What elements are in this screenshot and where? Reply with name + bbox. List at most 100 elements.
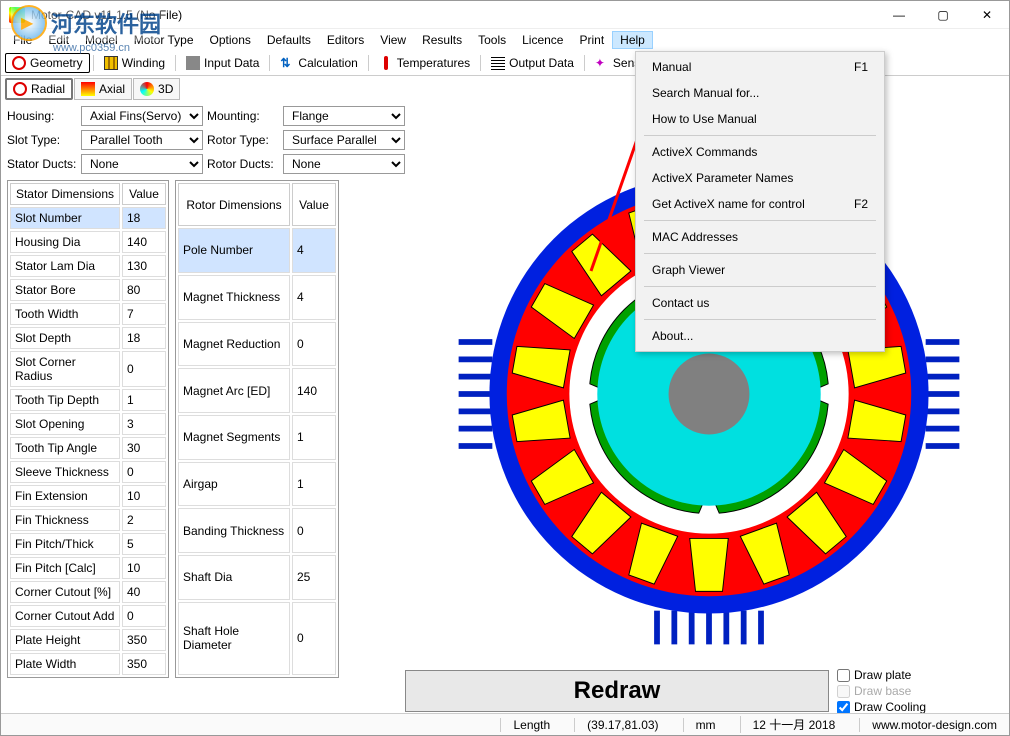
menu-motor-type[interactable]: Motor Type — [126, 31, 202, 49]
help-item-activex-commands[interactable]: ActiveX Commands — [636, 139, 884, 165]
table-row[interactable]: Magnet Reduction0 — [178, 322, 336, 367]
table-row[interactable]: Housing Dia140 — [10, 231, 166, 253]
help-item-graph-viewer[interactable]: Graph Viewer — [636, 257, 884, 283]
table-row[interactable]: Banding Thickness0 — [178, 508, 336, 553]
table-row[interactable]: Stator Lam Dia130 — [10, 255, 166, 277]
menu-view[interactable]: View — [372, 31, 414, 49]
mounting-select[interactable]: Flange — [283, 106, 405, 126]
menu-licence[interactable]: Licence — [514, 31, 571, 49]
statorducts-select[interactable]: None — [81, 154, 203, 174]
help-item-contact-us[interactable]: Contact us — [636, 290, 884, 316]
table-row[interactable]: Stator Bore80 — [10, 279, 166, 301]
param-value[interactable]: 0 — [292, 322, 336, 367]
table-row[interactable]: Fin Pitch/Thick5 — [10, 533, 166, 555]
table-row[interactable]: Tooth Tip Depth1 — [10, 389, 166, 411]
table-row[interactable]: Corner Cutout [%]40 — [10, 581, 166, 603]
param-value[interactable]: 18 — [122, 327, 166, 349]
rotortype-select[interactable]: Surface Parallel — [283, 130, 405, 150]
close-button[interactable]: ✕ — [965, 1, 1009, 29]
param-value[interactable]: 10 — [122, 557, 166, 579]
help-item-manual[interactable]: ManualF1 — [636, 54, 884, 80]
param-value[interactable]: 130 — [122, 255, 166, 277]
param-value[interactable]: 18 — [122, 207, 166, 229]
param-value[interactable]: 80 — [122, 279, 166, 301]
param-value[interactable]: 140 — [122, 231, 166, 253]
param-value[interactable]: 30 — [122, 437, 166, 459]
minimize-button[interactable]: — — [877, 1, 921, 29]
menu-editors[interactable]: Editors — [319, 31, 372, 49]
param-value[interactable]: 7 — [122, 303, 166, 325]
param-value[interactable]: 5 — [122, 533, 166, 555]
housing-select[interactable]: Axial Fins(Servo) — [81, 106, 203, 126]
table-row[interactable]: Plate Width350 — [10, 653, 166, 675]
menu-options[interactable]: Options — [202, 31, 259, 49]
table-row[interactable]: Airgap1 — [178, 462, 336, 507]
menu-defaults[interactable]: Defaults — [259, 31, 319, 49]
stator-table[interactable]: Stator DimensionsValue Slot Number18Hous… — [7, 180, 169, 678]
param-value[interactable]: 0 — [122, 351, 166, 387]
param-value[interactable]: 3 — [122, 413, 166, 435]
menu-tools[interactable]: Tools — [470, 31, 514, 49]
menu-edit[interactable]: Edit — [40, 31, 77, 49]
param-value[interactable]: 25 — [292, 555, 336, 600]
rotorducts-select[interactable]: None — [283, 154, 405, 174]
table-row[interactable]: Magnet Arc [ED]140 — [178, 368, 336, 413]
param-value[interactable]: 350 — [122, 653, 166, 675]
table-row[interactable]: Sleeve Thickness0 — [10, 461, 166, 483]
table-row[interactable]: Magnet Segments1 — [178, 415, 336, 460]
param-value[interactable]: 1 — [122, 389, 166, 411]
subtab-3d[interactable]: 3D — [133, 78, 180, 100]
ribbon-calculation[interactable]: Calculation — [273, 53, 364, 73]
table-row[interactable]: Magnet Thickness4 — [178, 275, 336, 320]
param-value[interactable]: 0 — [292, 602, 336, 675]
param-value[interactable]: 4 — [292, 275, 336, 320]
param-value[interactable]: 10 — [122, 485, 166, 507]
param-value[interactable]: 0 — [122, 605, 166, 627]
table-row[interactable]: Shaft Hole Diameter0 — [178, 602, 336, 675]
param-value[interactable]: 2 — [122, 509, 166, 531]
ribbon-input-data[interactable]: Input Data — [179, 53, 266, 73]
draw-plate-checkbox[interactable]: Draw plate — [837, 668, 997, 682]
ribbon-temperatures[interactable]: Temperatures — [372, 53, 477, 73]
menu-file[interactable]: File — [5, 31, 40, 49]
table-row[interactable]: Fin Pitch [Calc]10 — [10, 557, 166, 579]
table-row[interactable]: Corner Cutout Add0 — [10, 605, 166, 627]
menu-help[interactable]: Help — [612, 31, 653, 49]
table-row[interactable]: Slot Number18 — [10, 207, 166, 229]
table-row[interactable]: Tooth Width7 — [10, 303, 166, 325]
subtab-axial[interactable]: Axial — [74, 78, 132, 100]
help-item-activex-parameter-names[interactable]: ActiveX Parameter Names — [636, 165, 884, 191]
ribbon-output-data[interactable]: Output Data — [484, 53, 581, 73]
help-item-how-to-use-manual[interactable]: How to Use Manual — [636, 106, 884, 132]
redraw-button[interactable]: Redraw — [405, 670, 829, 712]
param-value[interactable]: 0 — [292, 508, 336, 553]
table-row[interactable]: Tooth Tip Angle30 — [10, 437, 166, 459]
draw-cooling-checkbox[interactable]: Draw Cooling — [837, 700, 997, 714]
rotor-table[interactable]: Rotor DimensionsValue Pole Number4Magnet… — [175, 180, 339, 678]
param-value[interactable]: 1 — [292, 462, 336, 507]
maximize-button[interactable]: ▢ — [921, 1, 965, 29]
table-row[interactable]: Slot Opening3 — [10, 413, 166, 435]
param-value[interactable]: 4 — [292, 228, 336, 273]
table-row[interactable]: Slot Corner Radius0 — [10, 351, 166, 387]
param-value[interactable]: 0 — [122, 461, 166, 483]
param-value[interactable]: 40 — [122, 581, 166, 603]
table-row[interactable]: Plate Height350 — [10, 629, 166, 651]
ribbon-winding[interactable]: Winding — [97, 53, 172, 73]
subtab-radial[interactable]: Radial — [5, 78, 73, 100]
table-row[interactable]: Fin Thickness2 — [10, 509, 166, 531]
help-item-get-activex-name-for-control[interactable]: Get ActiveX name for controlF2 — [636, 191, 884, 217]
table-row[interactable]: Pole Number4 — [178, 228, 336, 273]
menu-model[interactable]: Model — [77, 31, 126, 49]
slottype-select[interactable]: Parallel Tooth — [81, 130, 203, 150]
table-row[interactable]: Shaft Dia25 — [178, 555, 336, 600]
param-value[interactable]: 140 — [292, 368, 336, 413]
menu-print[interactable]: Print — [571, 31, 612, 49]
help-item-mac-addresses[interactable]: MAC Addresses — [636, 224, 884, 250]
help-item-about-[interactable]: About... — [636, 323, 884, 349]
ribbon-geometry[interactable]: Geometry — [5, 53, 90, 73]
menu-results[interactable]: Results — [414, 31, 470, 49]
table-row[interactable]: Slot Depth18 — [10, 327, 166, 349]
param-value[interactable]: 1 — [292, 415, 336, 460]
table-row[interactable]: Fin Extension10 — [10, 485, 166, 507]
